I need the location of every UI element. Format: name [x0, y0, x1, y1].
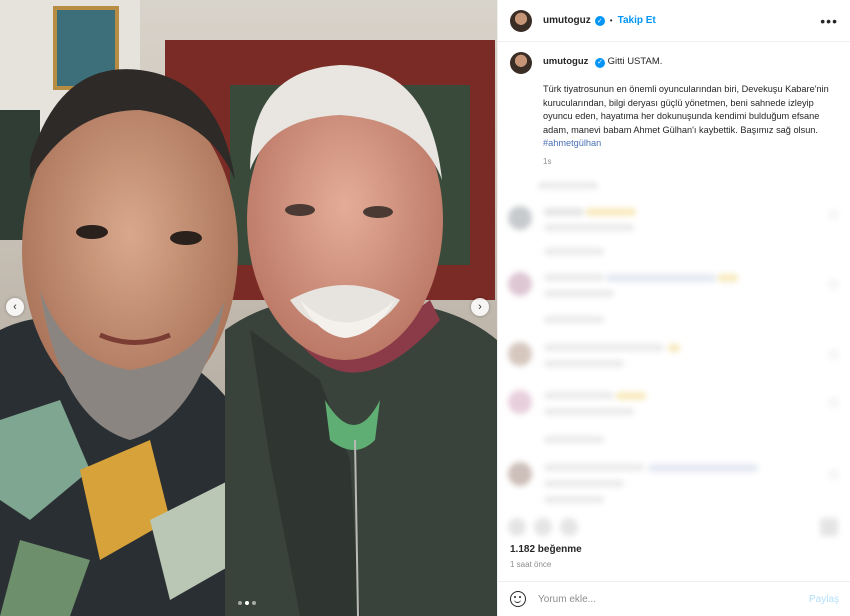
blurred-comments [498, 456, 850, 576]
comment-placeholder [544, 463, 644, 471]
post-photo: ‹ › [0, 0, 497, 616]
avatar[interactable] [510, 9, 532, 32]
photo-illustration [0, 0, 497, 616]
comment-placeholder [544, 289, 614, 297]
follow-button[interactable]: Takip Et [618, 15, 656, 26]
post-caption: umutoguz ✓ Gitti USTAM. Türk tiyatrosunu… [498, 42, 850, 166]
more-options-icon[interactable]: ••• [820, 13, 838, 29]
verified-badge-icon: ✓ [594, 15, 605, 26]
comment-placeholder [544, 273, 604, 281]
avatar [508, 341, 532, 366]
carousel-prev-button[interactable]: ‹ [6, 298, 24, 316]
hashtag-link[interactable]: #ahmetgülhan [543, 138, 601, 148]
carousel-dot [252, 601, 256, 605]
carousel-next-button[interactable]: › [471, 298, 489, 316]
comment-placeholder [718, 273, 738, 282]
heart-icon [829, 279, 838, 289]
comment-placeholder [648, 463, 758, 472]
comment-placeholder [544, 223, 634, 231]
comment-placeholder [544, 315, 604, 323]
heart-icon [829, 469, 838, 479]
avatar [508, 205, 532, 230]
carousel-indicator [238, 601, 256, 605]
chevron-right-icon: › [478, 301, 482, 313]
comment-placeholder [544, 495, 604, 503]
post-side-panel: umutoguz ✓ • Takip Et ••• umutoguz ✓ Git… [497, 0, 850, 616]
header-separator: • [609, 16, 613, 25]
comment-placeholder [538, 181, 598, 189]
heart-icon [829, 349, 838, 359]
heart-icon [829, 397, 838, 407]
blurred-comments [498, 176, 850, 466]
emoji-icon[interactable] [510, 591, 526, 607]
avatar [508, 389, 532, 414]
heart-icon [829, 209, 838, 219]
post-comment-button[interactable]: Paylaş [809, 594, 839, 605]
comment-placeholder [616, 391, 646, 400]
caption-body: umutoguz ✓ Gitti USTAM. Türk tiyatrosunu… [543, 52, 833, 166]
chevron-left-icon: ‹ [13, 301, 17, 313]
comment-composer: Paylaş [498, 581, 850, 616]
comment-placeholder [668, 343, 680, 352]
bookmark-icon [820, 517, 838, 536]
comment-input[interactable] [538, 593, 788, 605]
carousel-dot [238, 601, 242, 605]
avatar [508, 271, 532, 296]
caption-username[interactable]: umutoguz [543, 56, 588, 67]
post-header: umutoguz ✓ • Takip Et ••• [498, 0, 850, 42]
comment-placeholder [544, 479, 624, 487]
caption-avatar[interactable] [510, 52, 532, 74]
share-icon [560, 517, 578, 536]
carousel-dot-active [245, 601, 249, 605]
comment-placeholder [544, 391, 614, 399]
comment-placeholder [544, 435, 604, 443]
like-count[interactable]: 1.182 beğenme [510, 544, 582, 555]
comment-icon [534, 517, 552, 536]
comment-placeholder [544, 207, 584, 216]
caption-header: umutoguz ✓ Gitti USTAM. [543, 55, 833, 69]
comment-placeholder [606, 273, 716, 282]
caption-timestamp: 1s [543, 156, 552, 166]
header-username[interactable]: umutoguz [543, 15, 591, 26]
verified-badge-icon: ✓ [595, 58, 606, 68]
comment-placeholder [544, 247, 604, 255]
caption-title: Gitti USTAM. [607, 56, 663, 67]
comment-placeholder [544, 343, 664, 351]
comment-placeholder [544, 407, 634, 415]
avatar [508, 461, 532, 486]
caption-text: Türk tiyatrosunun en önemli oyuncularınd… [543, 83, 833, 151]
post-timestamp: 1 saat önce [510, 560, 552, 569]
comment-placeholder [544, 359, 624, 367]
heart-icon [508, 517, 526, 536]
comment-placeholder [586, 207, 636, 216]
post-modal: ‹ › umutoguz ✓ • Takip Et ••• umutoguz ✓… [0, 0, 850, 616]
caption-body-text: Türk tiyatrosunun en önemli oyuncularınd… [543, 84, 829, 135]
